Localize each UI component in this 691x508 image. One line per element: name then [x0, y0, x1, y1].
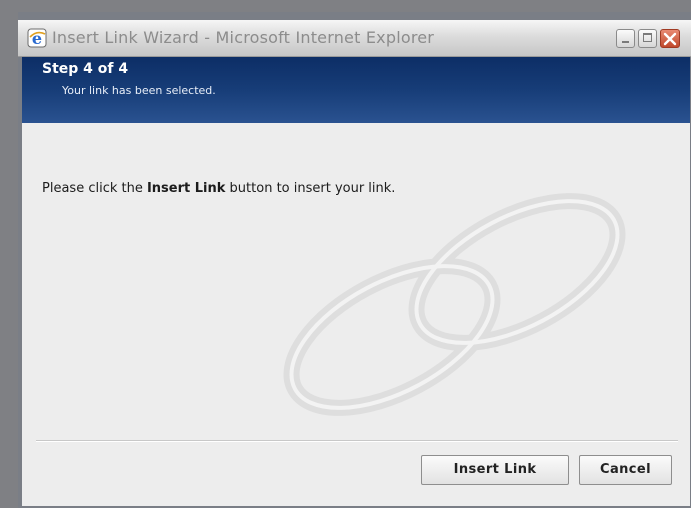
instruction-text: Please click the Insert Link button to i… [42, 181, 395, 196]
wizard-client-area: Step 4 of 4 Your link has been selected.… [22, 57, 690, 506]
internet-explorer-icon: e [27, 28, 47, 48]
instruction-emphasis: Insert Link [146, 181, 226, 196]
insert-link-button[interactable]: Insert Link [421, 455, 569, 485]
maximize-button[interactable] [638, 29, 657, 48]
chain-link-watermark-icon [283, 193, 626, 416]
wizard-content: Please click the Insert Link button to i… [22, 123, 690, 506]
cancel-button[interactable]: Cancel [579, 455, 672, 485]
instruction-part: Please click the [42, 181, 147, 196]
minimize-button[interactable] [616, 29, 635, 48]
instruction-part: button to insert your link. [225, 181, 396, 196]
close-icon [663, 32, 677, 46]
close-button[interactable] [660, 29, 680, 48]
title-bar[interactable]: e Insert Link Wizard - Microsoft Interne… [18, 20, 691, 57]
step-banner: Step 4 of 4 Your link has been selected. [22, 57, 690, 123]
button-divider [36, 440, 678, 442]
step-subtitle: Your link has been selected. [62, 84, 216, 97]
wizard-window: e Insert Link Wizard - Microsoft Interne… [18, 12, 691, 508]
step-title: Step 4 of 4 [42, 61, 129, 77]
window-title: Insert Link Wizard - Microsoft Internet … [52, 28, 435, 47]
